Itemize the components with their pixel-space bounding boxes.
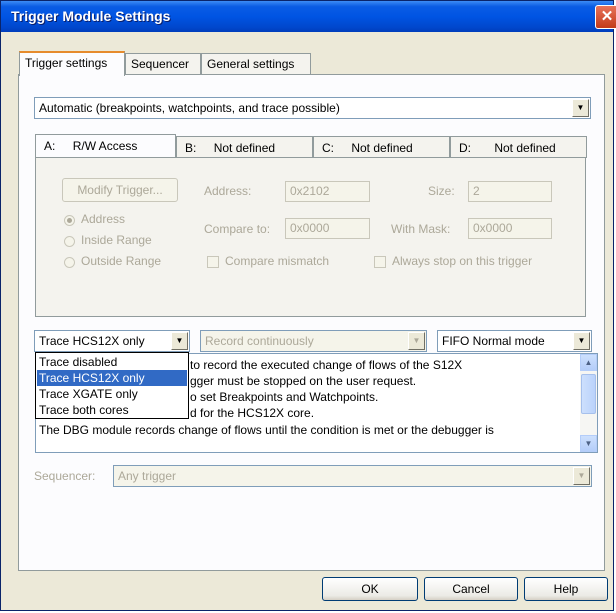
vertical-scrollbar[interactable]: ▲ ▼ bbox=[580, 354, 597, 452]
trace-option-both[interactable]: Trace both cores bbox=[37, 402, 187, 418]
window-title: Trigger Module Settings bbox=[11, 8, 171, 24]
radio-address[interactable] bbox=[64, 215, 75, 226]
compare-mismatch-checkbox[interactable] bbox=[207, 256, 219, 268]
trace-dropdown-list: Trace disabled Trace HCS12X only Trace X… bbox=[35, 352, 189, 419]
record-select[interactable]: Record continuously ▼ bbox=[200, 330, 427, 352]
fifo-select[interactable]: FIFO Normal mode ▼ bbox=[437, 330, 592, 352]
subtab-c[interactable]: C: Not defined bbox=[313, 136, 450, 158]
description-line: d for the HCS12X core. bbox=[190, 406, 315, 420]
chevron-down-icon[interactable]: ▼ bbox=[573, 467, 590, 485]
always-stop-checkbox[interactable] bbox=[374, 256, 386, 268]
radio-inside-range[interactable] bbox=[64, 236, 75, 247]
chevron-down-icon[interactable]: ▼ bbox=[171, 332, 188, 350]
modify-trigger-button[interactable]: Modify Trigger... bbox=[62, 178, 178, 202]
subtab-letter: A: bbox=[44, 139, 56, 153]
subtab-a[interactable]: A: R/W Access bbox=[35, 134, 176, 158]
description-line: o set Breakpoints and Watchpoints. bbox=[190, 390, 379, 404]
compare-label: Compare to: bbox=[204, 222, 271, 236]
trace-select[interactable]: Trace HCS12X only ▼ bbox=[34, 330, 190, 352]
tab-label: Sequencer bbox=[131, 57, 190, 71]
mask-label: With Mask: bbox=[391, 222, 451, 236]
subtab-label: Not defined bbox=[494, 141, 556, 155]
tab-general-settings[interactable]: General settings bbox=[201, 53, 311, 75]
subtab-letter: B: bbox=[185, 141, 197, 155]
address-field[interactable]: 0x2102 bbox=[285, 181, 370, 202]
trace-option-hcs12x[interactable]: Trace HCS12X only bbox=[37, 370, 187, 386]
always-stop-label: Always stop on this trigger bbox=[392, 254, 533, 268]
trace-option-disabled[interactable]: Trace disabled bbox=[37, 354, 187, 370]
address-label: Address: bbox=[204, 184, 252, 198]
tab-label: Trigger settings bbox=[25, 56, 108, 70]
trace-select-value: Trace HCS12X only bbox=[39, 334, 145, 348]
fifo-select-value: FIFO Normal mode bbox=[442, 334, 545, 348]
tab-label: General settings bbox=[207, 57, 295, 71]
scroll-up-icon[interactable]: ▲ bbox=[580, 354, 597, 371]
radio-inside-label: Inside Range bbox=[81, 233, 152, 247]
sequencer-select[interactable]: Any trigger ▼ bbox=[113, 465, 592, 487]
tab-trigger-settings[interactable]: Trigger settings bbox=[19, 51, 125, 76]
subtab-label: Not defined bbox=[213, 141, 276, 155]
compare-mismatch-label: Compare mismatch bbox=[225, 254, 330, 268]
mask-field[interactable]: 0x0000 bbox=[468, 218, 552, 239]
description-line: to record the executed change of flows o… bbox=[190, 358, 463, 372]
subtab-letter: C: bbox=[322, 141, 334, 155]
chevron-down-icon[interactable]: ▼ bbox=[573, 332, 590, 350]
sequencer-select-value: Any trigger bbox=[118, 469, 177, 483]
radio-address-label: Address bbox=[81, 212, 126, 226]
scroll-down-icon[interactable]: ▼ bbox=[580, 435, 597, 452]
mode-select[interactable]: Automatic (breakpoints, watchpoints, and… bbox=[34, 97, 591, 119]
ok-button[interactable]: OK bbox=[322, 577, 418, 601]
size-label: Size: bbox=[428, 184, 455, 198]
trace-option-xgate[interactable]: Trace XGATE only bbox=[37, 386, 187, 402]
subtab-label: Not defined bbox=[351, 141, 413, 155]
size-field[interactable]: 2 bbox=[468, 181, 552, 202]
subtab-d[interactable]: D: Not defined bbox=[450, 136, 587, 158]
compare-field[interactable]: 0x0000 bbox=[285, 218, 370, 239]
description-line: gger must be stopped on the user request… bbox=[190, 374, 417, 388]
close-icon[interactable]: ✕ bbox=[595, 5, 616, 29]
chevron-down-icon[interactable]: ▼ bbox=[572, 99, 589, 117]
trigger-subpanel: Modify Trigger... Address: 0x2102 Size: … bbox=[35, 157, 586, 317]
subtab-b[interactable]: B: Not defined bbox=[176, 136, 313, 158]
subtab-letter: D: bbox=[459, 141, 471, 155]
mode-select-value: Automatic (breakpoints, watchpoints, and… bbox=[39, 101, 340, 115]
dialog-window: Trigger Module Settings ✕ Trigger settin… bbox=[0, 0, 616, 611]
tab-sequencer[interactable]: Sequencer bbox=[125, 53, 201, 75]
cancel-button[interactable]: Cancel bbox=[424, 577, 518, 601]
help-button[interactable]: Help bbox=[524, 577, 608, 601]
sequencer-label: Sequencer: bbox=[34, 469, 96, 483]
title-bar: Trigger Module Settings ✕ bbox=[1, 1, 616, 32]
subtab-label: R/W Access bbox=[72, 139, 138, 153]
radio-outside-range[interactable] bbox=[64, 257, 75, 268]
scroll-thumb[interactable] bbox=[581, 374, 596, 414]
chevron-down-icon[interactable]: ▼ bbox=[408, 332, 425, 350]
radio-outside-label: Outside Range bbox=[81, 254, 162, 268]
description-line: The DBG module records change of flows u… bbox=[39, 423, 494, 437]
record-select-value: Record continuously bbox=[205, 334, 314, 348]
